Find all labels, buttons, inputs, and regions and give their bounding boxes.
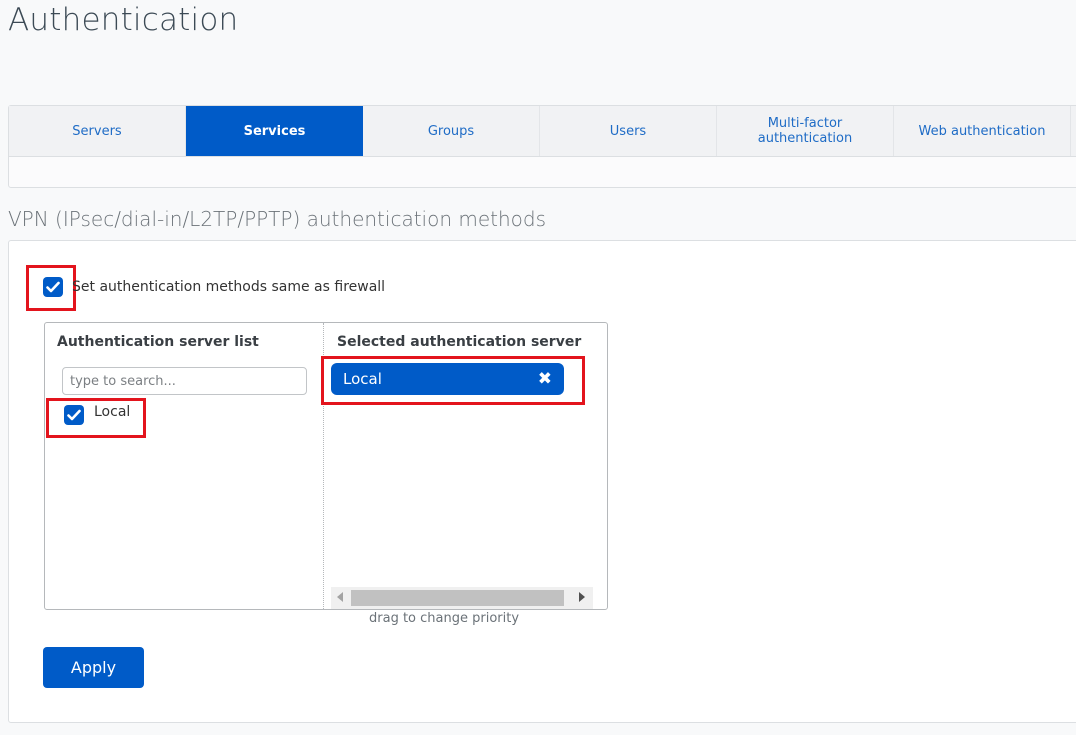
checkmark-icon: [67, 409, 81, 421]
apply-button[interactable]: Apply: [43, 647, 144, 688]
server-list-heading: Authentication server list: [57, 334, 259, 350]
tab-servers[interactable]: Servers: [9, 106, 186, 156]
section-title: VPN (IPsec/dial-in/L2TP/PPTP) authentica…: [8, 207, 547, 231]
server-search-input[interactable]: [62, 367, 307, 395]
tab-web-authentication[interactable]: Web authentication: [894, 106, 1071, 156]
scroll-left-icon[interactable]: [337, 592, 343, 602]
tab-services[interactable]: Services: [186, 106, 363, 156]
drag-priority-hint: drag to change priority: [369, 611, 520, 626]
server-list-item[interactable]: Local: [64, 404, 131, 425]
selected-server-label: Local: [343, 370, 382, 388]
vpn-auth-panel: Set authentication methods same as firew…: [8, 240, 1076, 723]
same-as-firewall-row: Set authentication methods same as firew…: [43, 277, 385, 297]
same-as-firewall-label: Set authentication methods same as firew…: [72, 279, 386, 295]
server-local-checkbox[interactable]: [64, 405, 84, 425]
tab-users[interactable]: Users: [540, 106, 717, 156]
tab-multi-factor-authentication[interactable]: Multi-factor authentication: [717, 106, 894, 156]
selected-server-chip[interactable]: Local ✖: [331, 363, 564, 395]
page-title: Authentication: [8, 2, 239, 38]
selected-server-column: Selected authentication server Local ✖: [321, 323, 608, 609]
server-list-item-label: Local: [94, 404, 131, 420]
tab-bar: Servers Services Groups Users Multi-fact…: [8, 105, 1076, 188]
same-as-firewall-checkbox[interactable]: [43, 277, 63, 297]
checkmark-icon: [46, 281, 60, 293]
tab-groups[interactable]: Groups: [363, 106, 540, 156]
server-list-column: Authentication server list Local: [45, 323, 324, 609]
horizontal-scrollbar[interactable]: [331, 587, 593, 609]
scrollbar-thumb[interactable]: [351, 590, 564, 606]
auth-server-picker: Authentication server list Local Selecte…: [44, 322, 608, 610]
selected-server-heading: Selected authentication server: [337, 334, 582, 350]
close-icon[interactable]: ✖: [538, 369, 552, 389]
scroll-right-icon[interactable]: [579, 592, 585, 602]
